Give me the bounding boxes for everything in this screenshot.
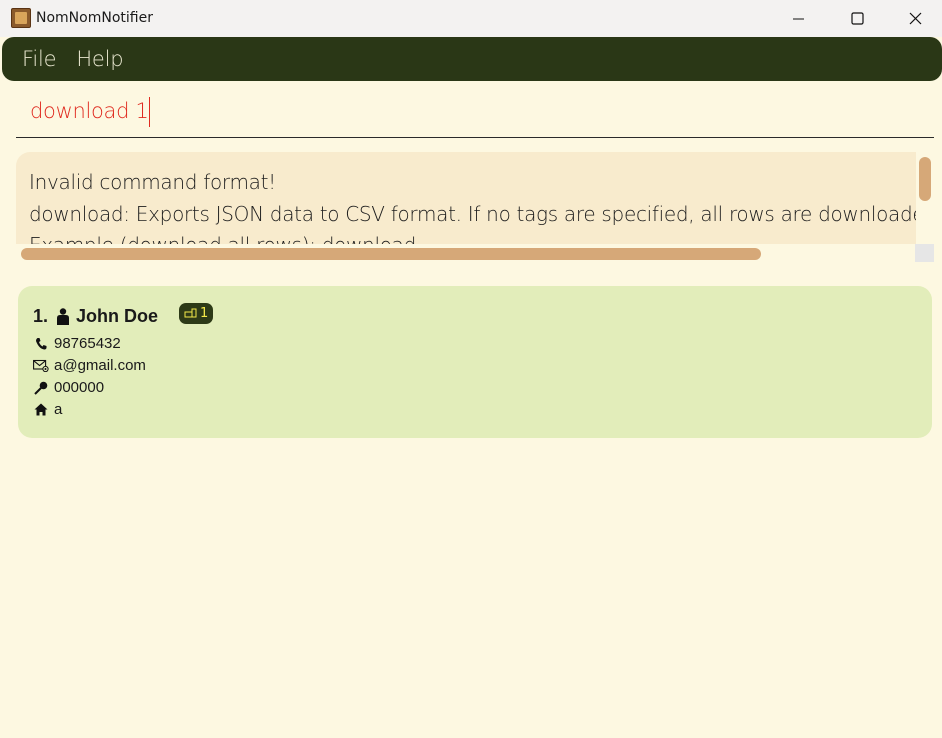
app-logo-icon	[11, 8, 31, 28]
person-index: 1.	[33, 306, 49, 326]
vertical-scrollbar-thumb[interactable]	[919, 157, 931, 201]
tag-icon	[184, 308, 197, 319]
result-line: download: Exports JSON data to CSV forma…	[29, 202, 916, 226]
menu-bar: File Help	[2, 37, 942, 81]
minimize-icon	[793, 18, 804, 19]
postal-field: 000000	[33, 379, 104, 396]
close-icon	[909, 12, 921, 25]
command-input[interactable]: download 1	[30, 99, 149, 123]
person-header: 1. John Doe	[33, 306, 158, 327]
email-icon	[33, 358, 49, 374]
command-box[interactable]: download 1	[16, 96, 934, 138]
person-card[interactable]: 1. John Doe 1 98765432 a@gmail.com 00000…	[18, 286, 932, 438]
phone-icon	[33, 336, 49, 352]
horizontal-scrollbar-thumb[interactable]	[21, 248, 761, 260]
minimize-button[interactable]	[770, 0, 828, 37]
menu-help[interactable]: Help	[66, 47, 133, 71]
result-line: Invalid command format!	[29, 170, 276, 194]
text-caret	[149, 97, 150, 127]
pin-icon	[33, 380, 49, 396]
menu-file[interactable]: File	[12, 47, 66, 71]
email-value: a@gmail.com	[54, 357, 146, 374]
scrollbar-corner	[915, 244, 934, 262]
result-line: Example (download all rows): download	[29, 233, 416, 244]
postal-value: 000000	[54, 379, 105, 396]
address-value: a	[54, 401, 63, 418]
close-button[interactable]	[886, 0, 942, 37]
window-title: NomNomNotifier	[36, 10, 153, 26]
title-bar: NomNomNotifier	[0, 0, 942, 37]
tag-badge: 1	[179, 303, 214, 324]
phone-field: 98765432	[33, 335, 121, 352]
person-icon	[56, 307, 70, 326]
email-field: a@gmail.com	[33, 357, 146, 374]
maximize-button[interactable]	[828, 0, 886, 37]
home-icon	[33, 402, 49, 418]
phone-value: 98765432	[54, 335, 121, 352]
address-field: a	[33, 401, 62, 418]
result-display: Invalid command format! download: Export…	[16, 152, 916, 244]
maximize-icon	[850, 12, 864, 25]
tag-label: 1	[200, 306, 209, 321]
person-name: John Doe	[76, 306, 159, 326]
